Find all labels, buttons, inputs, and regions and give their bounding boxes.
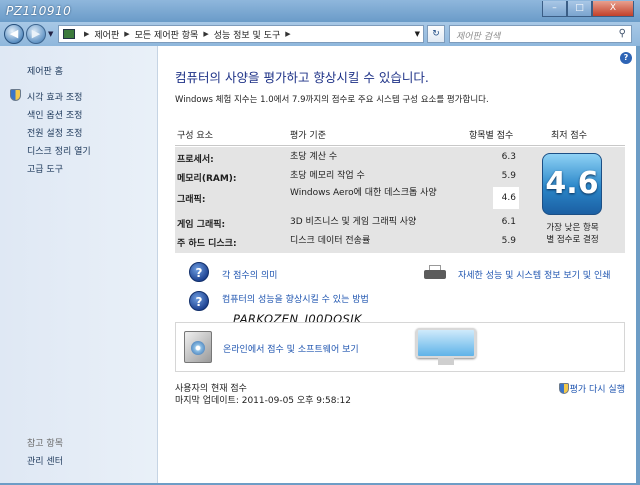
base-score-caption-line: 가장 낮은 항목 [546,223,599,233]
sidebar-item-visual-effects[interactable]: 시각 효과 조정 [27,90,82,103]
rated-by: 3D 비즈니스 및 게임 그래픽 사양 [290,217,417,227]
breadcrumb-item[interactable]: 모든 제어판 항목 [135,28,199,41]
shield-icon [558,383,569,394]
printer-icon [424,265,446,281]
chevron-right-icon[interactable]: ▶ [203,30,208,38]
recent-pages-dropdown[interactable]: ▼ [48,30,53,38]
online-scores-box: 온라인에서 점수 및 소프트웨어 보기 [175,322,625,372]
search-input[interactable]: 제어판 검색 ⚲ [449,25,632,43]
minimize-button[interactable]: – [542,1,567,17]
shield-icon [10,89,21,101]
last-update-label: 마지막 업데이트: 2011-09-05 오후 9:58:12 [175,396,351,406]
forward-button[interactable]: ▶ [26,24,46,44]
rated-by: Windows Aero에 대한 데스크톱 사양 [290,188,437,198]
chevron-down-icon[interactable]: ▼ [415,30,420,38]
breadcrumb-item[interactable]: 제어판 [94,28,119,41]
back-button[interactable]: ◀ [4,24,24,44]
rated-by: 디스크 데이터 전송률 [290,236,371,246]
left-nav-pane: 제어판 홈 시각 효과 조정 색인 옵션 조정 전원 설정 조정 디스크 정리 … [0,46,158,483]
column-header-subscore: 항목별 점수 [469,131,514,141]
score-meaning-link[interactable]: 각 점수의 의미 [222,268,277,281]
rated-by: 초당 계산 수 [290,152,338,162]
page-subtitle: Windows 체험 지수는 1.0에서 7.9까지의 점수로 주요 시스템 구… [175,95,489,105]
component-name: 메모리(RAM): [177,174,237,184]
base-score-panel: 4.6 가장 낮은 항목 별 점수로 결정 [520,147,625,253]
subscore: 6.1 [501,217,516,227]
search-placeholder: 제어판 검색 [456,32,501,42]
watermark-text: PZ110910 [6,4,72,18]
sidebar-item-advanced-tools[interactable]: 고급 도구 [27,162,63,175]
address-toolbar: ◀ ▶ ▼ ▶ 제어판 ▶ 모든 제어판 항목 ▶ 성능 정보 및 도구 ▶ ▼… [0,22,640,46]
sidebar-item-indexing-options[interactable]: 색인 옵션 조정 [27,108,82,121]
breadcrumb[interactable]: ▶ 제어판 ▶ 모든 제어판 항목 ▶ 성능 정보 및 도구 ▶ ▼ [58,25,424,43]
header-divider [175,145,625,146]
rerun-assessment-link[interactable]: 평가 다시 실행 [558,381,625,395]
chevron-right-icon[interactable]: ▶ [124,30,129,38]
help-icon[interactable]: ? [620,52,632,64]
component-name: 프로세서: [177,155,214,165]
online-scores-link[interactable]: 온라인에서 점수 및 소프트웨어 보기 [223,342,359,355]
base-score-caption: 가장 낮은 항목 별 점수로 결정 [520,222,625,246]
help-question-icon: ? [189,291,209,311]
help-question-icon: ? [189,262,209,282]
column-header-base-score: 최저 점수 [551,131,587,141]
sidebar-item-disk-cleanup[interactable]: 디스크 정리 열기 [27,144,91,157]
column-header-rated: 평가 기준 [290,131,326,141]
search-icon[interactable]: ⚲ [619,28,626,39]
page-title: 컴퓨터의 사양을 평가하고 향상시킬 수 있습니다. [175,70,429,85]
window-controls: – □ X [542,1,634,17]
title-bar: PZ110910 – □ X [0,0,640,22]
base-score-caption-line: 별 점수로 결정 [546,235,599,245]
see-also-action-center[interactable]: 관리 센터 [27,454,63,467]
detailed-info-link[interactable]: 자세한 성능 및 시스템 정보 보기 및 인쇄 [458,268,611,281]
maximize-button[interactable]: □ [567,1,592,17]
refresh-button[interactable]: ↻ [427,25,445,43]
subscore: 6.3 [501,152,516,162]
subscore: 4.6 [493,187,519,209]
monitor-icon [416,328,476,366]
control-panel-home-link[interactable]: 제어판 홈 [27,64,63,77]
see-also-heading: 참고 항목 [27,439,63,449]
close-button[interactable]: X [592,1,634,17]
main-content: ? 컴퓨터의 사양을 평가하고 향상시킬 수 있습니다. Windows 체험 … [158,46,636,483]
column-header-component: 구성 요소 [177,131,213,141]
base-score-badge: 4.6 [542,153,602,215]
rated-by: 초당 메모리 작업 수 [290,171,365,181]
subscore: 5.9 [501,236,516,246]
rerun-assessment-label[interactable]: 평가 다시 실행 [570,385,625,395]
sidebar-item-power-settings[interactable]: 전원 설정 조정 [27,126,82,139]
subscore: 5.9 [501,171,516,181]
chevron-right-icon[interactable]: ▶ [285,30,290,38]
component-name: 그래픽: [177,195,206,205]
improve-performance-link[interactable]: 컴퓨터의 성능을 향상시킬 수 있는 방법 [222,292,369,305]
software-box-icon [184,331,212,363]
control-panel-icon [63,29,75,39]
component-name: 게임 그래픽: [177,220,226,230]
component-name: 주 하드 디스크: [177,239,237,249]
breadcrumb-item[interactable]: 성능 정보 및 도구 [214,28,281,41]
chevron-right-icon[interactable]: ▶ [84,30,89,38]
